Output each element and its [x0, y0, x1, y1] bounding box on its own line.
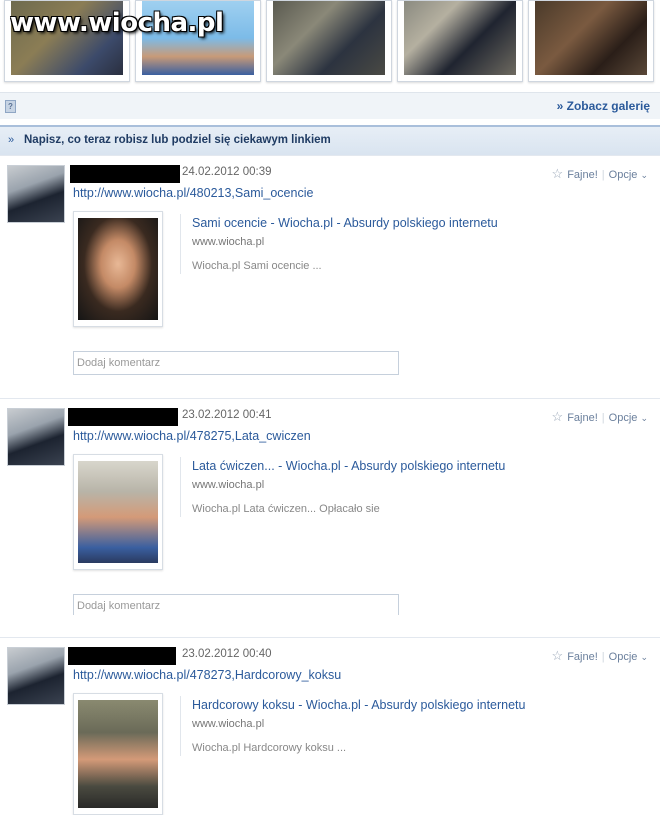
- comment-input[interactable]: Dodaj komentarz: [73, 594, 399, 615]
- post-date: 23.02.2012 00:40: [182, 648, 272, 660]
- gallery-icon[interactable]: ?: [5, 100, 16, 113]
- status-prompt-arrow: »: [8, 134, 15, 146]
- link-preview-thumbnail[interactable]: [73, 454, 163, 570]
- link-preview-domain: www.wiocha.pl: [192, 236, 265, 248]
- link-preview-title[interactable]: Lata ćwiczen... - Wiocha.pl - Absurdy po…: [192, 459, 505, 473]
- avatar[interactable]: [7, 647, 65, 705]
- feed-post: 23.02.2012 00:41 ☆ Fajne! | Opcje ⌄ http://…: [0, 398, 660, 615]
- photo-gallery-strip: www.wiocha.pl: [0, 0, 672, 88]
- link-preview-thumbnail[interactable]: [73, 693, 163, 815]
- feed-post: 23.02.2012 00:40 ☆ Fajne! | Opcje ⌄ http://…: [0, 637, 660, 815]
- options-button[interactable]: Opcje: [609, 651, 638, 663]
- link-preview-title[interactable]: Hardcorowy koksu - Wiocha.pl - Absurdy p…: [192, 698, 525, 712]
- post-date: 24.02.2012 00:39: [182, 166, 272, 178]
- post-url-link[interactable]: http://www.wiocha.pl/478275,Lata_cwiczen: [73, 429, 311, 443]
- redacted-username: [68, 645, 176, 666]
- chevron-down-icon[interactable]: ⌄: [640, 413, 648, 423]
- post-url-link[interactable]: http://www.wiocha.pl/478273,Hardcorowy_k…: [73, 668, 341, 682]
- post-actions: ☆ Fajne! | Opcje ⌄: [551, 166, 648, 181]
- link-preview-description: Wiocha.pl Lata ćwiczen... Opłacało sie: [192, 503, 380, 515]
- link-preview-description: Wiocha.pl Sami ocencie ...: [192, 260, 322, 272]
- link-preview-domain: www.wiocha.pl: [192, 479, 265, 491]
- link-preview-thumbnail[interactable]: [73, 211, 163, 327]
- post-url-link[interactable]: http://www.wiocha.pl/480213,Sami_ocencie: [73, 186, 313, 200]
- gallery-photo-3[interactable]: [266, 0, 392, 82]
- chevron-down-icon[interactable]: ⌄: [640, 170, 648, 180]
- site-watermark: www.wiocha.pl: [10, 8, 224, 38]
- status-prompt-text[interactable]: Napisz, co teraz robisz lub podziel się …: [24, 134, 331, 146]
- options-button[interactable]: Opcje: [609, 412, 638, 424]
- star-icon[interactable]: ☆: [552, 166, 564, 181]
- chevron-down-icon[interactable]: ⌄: [640, 652, 648, 662]
- post-date: 23.02.2012 00:41: [182, 409, 272, 421]
- comment-input[interactable]: Dodaj komentarz: [73, 351, 399, 375]
- like-button[interactable]: Fajne!: [567, 412, 598, 424]
- see-gallery-link[interactable]: » Zobacz galerię: [557, 99, 650, 113]
- avatar[interactable]: [7, 408, 65, 466]
- post-actions: ☆ Fajne! | Opcje ⌄: [551, 648, 648, 663]
- redacted-username: [70, 163, 180, 184]
- link-preview-domain: www.wiocha.pl: [192, 718, 265, 730]
- link-preview-title[interactable]: Sami ocencie - Wiocha.pl - Absurdy polsk…: [192, 216, 498, 230]
- link-preview-description: Wiocha.pl Hardcorowy koksu ...: [192, 742, 347, 754]
- post-actions: ☆ Fajne! | Opcje ⌄: [551, 409, 648, 424]
- like-button[interactable]: Fajne!: [567, 169, 598, 181]
- options-button[interactable]: Opcje: [609, 169, 638, 181]
- redacted-username: [68, 406, 178, 427]
- star-icon[interactable]: ☆: [552, 409, 564, 424]
- like-button[interactable]: Fajne!: [567, 651, 598, 663]
- gallery-photo-4[interactable]: [397, 0, 523, 82]
- gallery-footer: ? » Zobacz galerię: [0, 92, 660, 119]
- feed-post: 24.02.2012 00:39 ☆ Fajne! | Opcje ⌄ http://…: [0, 155, 660, 396]
- gallery-photo-5[interactable]: [528, 0, 654, 82]
- status-prompt-bar[interactable]: » Napisz, co teraz robisz lub podziel si…: [0, 125, 660, 155]
- star-icon[interactable]: ☆: [552, 648, 564, 663]
- avatar[interactable]: [7, 165, 65, 223]
